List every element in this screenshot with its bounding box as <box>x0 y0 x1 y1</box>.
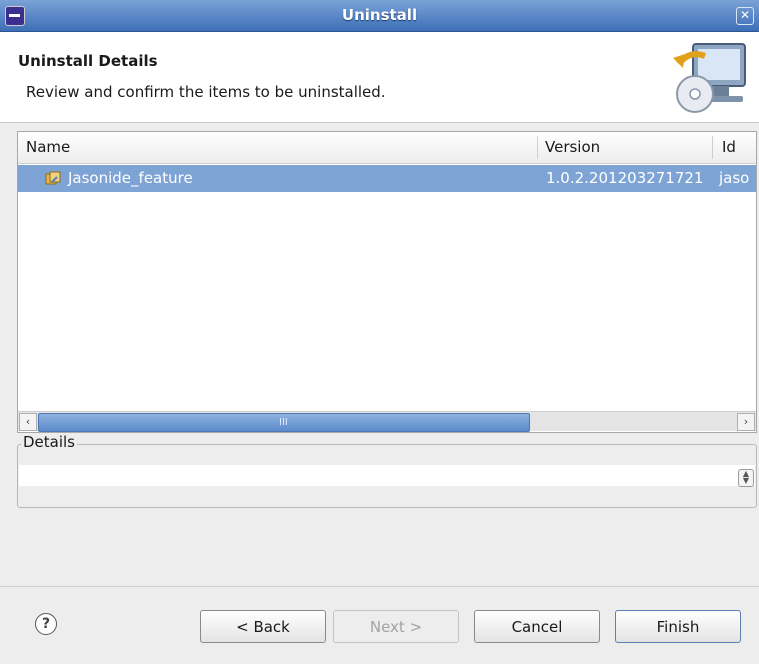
details-group: Details ▲ ▼ <box>17 433 757 508</box>
row-version: 1.0.2.201203271721 <box>546 169 704 187</box>
uninstall-dialog: Uninstall ✕ Uninstall Details Review and… <box>0 0 759 664</box>
title-bar[interactable]: Uninstall ✕ <box>0 0 759 32</box>
page-title: Uninstall Details <box>18 52 158 70</box>
close-icon[interactable]: ✕ <box>736 7 754 25</box>
scrollbar-thumb[interactable]: III <box>38 413 530 432</box>
back-button[interactable]: < Back <box>200 610 326 643</box>
horizontal-scrollbar[interactable]: ‹ III › <box>18 411 756 432</box>
page-description: Review and confirm the items to be unins… <box>26 83 386 101</box>
row-name: Jasonide_feature <box>68 169 193 187</box>
table-header: Name Version Id <box>18 132 756 164</box>
next-button[interactable]: Next > <box>333 610 459 643</box>
details-label: Details <box>21 433 78 451</box>
row-id: jaso <box>719 169 750 187</box>
scroll-left-arrow-icon[interactable]: ‹ <box>19 413 37 431</box>
column-divider[interactable] <box>537 136 538 159</box>
column-divider[interactable] <box>712 136 713 159</box>
footer-divider <box>0 586 759 587</box>
window-title: Uninstall <box>341 6 418 24</box>
wizard-header: Uninstall Details Review and confirm the… <box>0 32 759 123</box>
finish-button[interactable]: Finish <box>615 610 741 643</box>
column-header-name[interactable]: Name <box>26 132 70 163</box>
scrollbar-grip: III <box>279 417 288 428</box>
column-header-id[interactable]: Id <box>722 132 736 163</box>
uninstall-banner-icon <box>673 43 746 113</box>
uninstall-items-table[interactable]: Name Version Id Jasonide_feature 1.0.2.2… <box>17 131 757 433</box>
column-header-version[interactable]: Version <box>545 132 600 163</box>
scroll-right-arrow-icon[interactable]: › <box>737 413 755 431</box>
table-row[interactable]: Jasonide_feature 1.0.2.201203271721 jaso <box>18 165 756 192</box>
cancel-button[interactable]: Cancel <box>474 610 600 643</box>
details-scroll-spinner-icon[interactable]: ▲ ▼ <box>738 469 754 487</box>
help-icon[interactable]: ? <box>35 613 57 635</box>
details-text[interactable] <box>19 465 755 486</box>
